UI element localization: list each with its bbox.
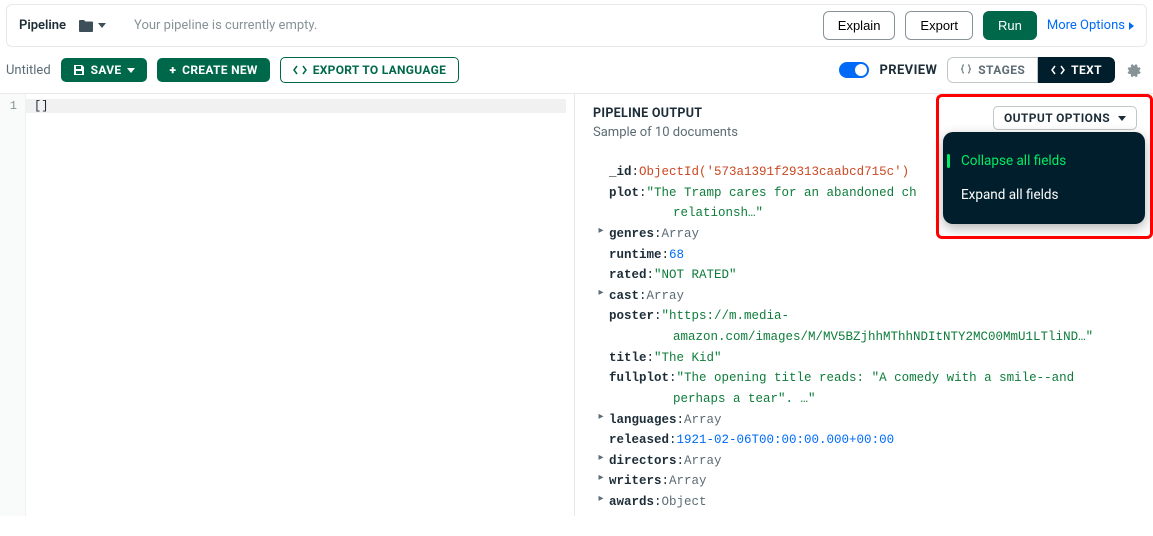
code-icon [1051, 64, 1065, 76]
code-icon [293, 64, 307, 76]
field-row: rated: "NOT RATED" [593, 265, 1137, 286]
more-options-link[interactable]: More Options [1047, 18, 1134, 33]
export-language-button[interactable]: EXPORT TO LANGUAGE [280, 57, 459, 83]
export-language-label: EXPORT TO LANGUAGE [313, 63, 446, 77]
stages-tab[interactable]: STAGES [947, 57, 1038, 83]
main-area: 1 [] PIPELINE OUTPUT Sample of 10 docume… [0, 93, 1153, 516]
export-button[interactable]: Export [905, 11, 973, 40]
expand-icon[interactable]: ▸ [593, 286, 609, 307]
field-row: runtime: 68 [593, 245, 1137, 266]
code-line: [] [26, 99, 566, 113]
plus-icon: + [169, 63, 176, 77]
output-subtitle: Sample of 10 documents [593, 125, 738, 140]
output-header-left: PIPELINE OUTPUT Sample of 10 documents [593, 106, 738, 140]
code-editor[interactable]: [] [26, 94, 574, 516]
text-label: TEXT [1071, 63, 1102, 77]
run-button[interactable]: Run [983, 11, 1037, 40]
field-row[interactable]: ▸cast: Array [593, 286, 1137, 307]
chevron-down-icon [127, 68, 135, 73]
text-tab[interactable]: TEXT [1038, 57, 1115, 83]
chevron-down-icon [1118, 116, 1126, 121]
pipeline-label: Pipeline [19, 18, 66, 33]
chevron-down-icon [98, 23, 106, 28]
preview-toggle[interactable] [839, 62, 869, 78]
view-segment-control: STAGES TEXT [947, 57, 1115, 83]
field-row: poster: "https://m.media- [593, 306, 1137, 327]
expand-icon[interactable]: ▸ [593, 224, 609, 245]
expand-icon[interactable]: ▸ [593, 451, 609, 472]
editor-pane: 1 [] [0, 94, 575, 516]
output-options-wrap: OUTPUT OPTIONS [993, 106, 1137, 130]
save-label: SAVE [91, 63, 122, 77]
explain-button[interactable]: Explain [823, 11, 896, 40]
gear-icon [1125, 62, 1141, 78]
create-new-label: CREATE NEW [182, 63, 258, 77]
action-bar: Untitled SAVE + CREATE NEW EXPORT TO LAN… [0, 47, 1153, 93]
field-row[interactable]: ▸languages: Array [593, 410, 1137, 431]
output-options-label: OUTPUT OPTIONS [1004, 111, 1110, 125]
save-icon [73, 64, 85, 76]
expand-icon[interactable]: ▸ [593, 471, 609, 492]
settings-button[interactable] [1125, 62, 1141, 78]
output-pane: PIPELINE OUTPUT Sample of 10 documents O… [575, 94, 1153, 516]
field-row: lastupdated: "2015-09-05 00:24:11.143000… [593, 513, 1137, 516]
field-row: fullplot: "The opening title reads: "A c… [593, 368, 1137, 389]
folder-icon[interactable] [78, 19, 106, 33]
field-row[interactable]: ▸writers: Array [593, 471, 1137, 492]
expand-icon[interactable]: ▸ [593, 410, 609, 431]
empty-pipeline-message: Your pipeline is currently empty. [134, 18, 317, 33]
field-row: title: "The Kid" [593, 348, 1137, 369]
field-value-wrap: amazon.com/images/M/MV5BZjhhMThhNDItNTY2… [593, 327, 1137, 348]
field-row: released: 1921-02-06T00:00:00.000+00:00 [593, 430, 1137, 451]
create-new-button[interactable]: + CREATE NEW [157, 58, 269, 82]
collapse-all-option[interactable]: Collapse all fields [943, 144, 1145, 178]
expand-icon[interactable]: ▸ [593, 492, 609, 513]
field-row[interactable]: ▸directors: Array [593, 451, 1137, 472]
expand-all-option[interactable]: Expand all fields [943, 178, 1145, 212]
output-title: PIPELINE OUTPUT [593, 106, 738, 121]
caret-right-icon [1129, 22, 1134, 30]
braces-icon [960, 64, 972, 76]
output-options-button[interactable]: OUTPUT OPTIONS [993, 106, 1137, 130]
action-right-group: PREVIEW STAGES TEXT [839, 57, 1141, 83]
pipeline-name: Untitled [6, 63, 51, 78]
top-left-group: Pipeline [19, 18, 106, 33]
more-options-label: More Options [1047, 18, 1125, 33]
stages-label: STAGES [978, 63, 1025, 77]
top-bar: Pipeline Your pipeline is currently empt… [6, 4, 1147, 47]
editor-gutter: 1 [0, 94, 26, 516]
field-row[interactable]: ▸genres: Array [593, 224, 1137, 245]
top-right-group: Explain Export Run More Options [823, 11, 1134, 40]
field-row[interactable]: ▸awards: Object [593, 492, 1137, 513]
preview-label: PREVIEW [879, 63, 937, 78]
field-value-wrap: perhaps a tear". …" [593, 389, 1137, 410]
save-button[interactable]: SAVE [61, 58, 148, 82]
line-number: 1 [0, 99, 17, 113]
output-options-dropdown: Collapse all fields Expand all fields [943, 132, 1145, 224]
